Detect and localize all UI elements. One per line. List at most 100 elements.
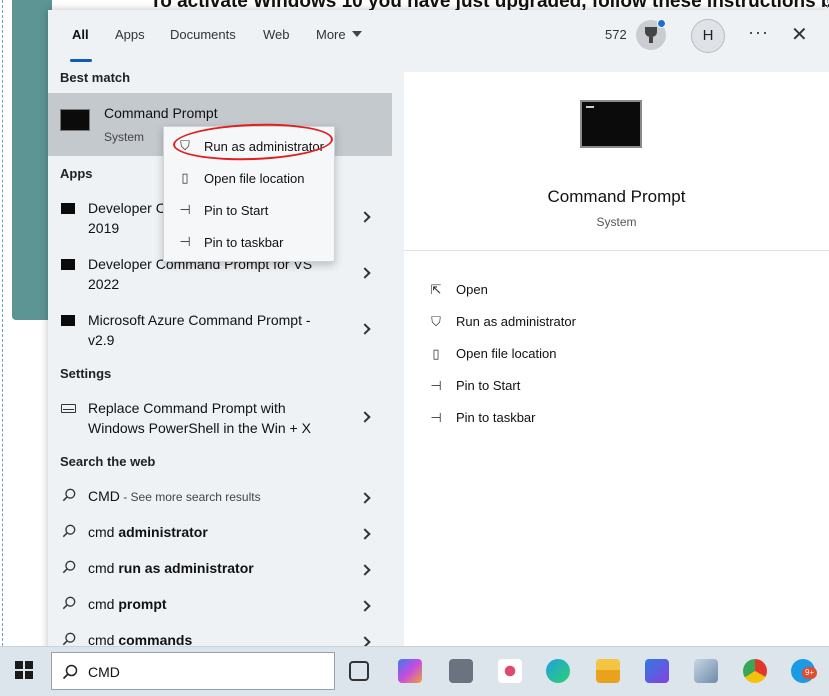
search-the-web-heading: Search the web [60,454,156,469]
search-panel: All Apps Documents Web More 572 H ··· ✕ … [48,10,829,656]
chevron-right-icon[interactable] [359,564,371,576]
logo-pane [15,661,23,669]
terminal-icon [61,259,75,270]
tab-more-label: More [316,27,346,42]
search-icon [62,632,76,646]
edge-browser-icon[interactable] [546,659,570,683]
preview-action-run-as-admin[interactable]: ⛉ Run as administrator [428,314,576,330]
preview-action-open-file-location[interactable]: ▯ Open file location [428,346,556,362]
preview-action-pin-to-start[interactable]: ⊣ Pin to Start [428,378,520,394]
web-result[interactable]: cmd prompt [48,592,392,622]
terminal-icon [61,315,75,326]
menu-item-open-file-location[interactable]: ▯ Open file location [164,162,334,194]
list-item-line2: Windows PowerShell in the Win + X [88,420,311,436]
list-item-label: Replace Command Prompt with Windows Powe… [88,398,348,438]
preview-action-open[interactable]: ⇱ Open [428,282,488,298]
chevron-right-icon[interactable] [359,492,371,504]
tab-web[interactable]: Web [263,27,290,42]
chevron-down-icon [351,31,362,37]
web-result[interactable]: cmd run as administrator [48,556,392,586]
search-icon [62,560,76,574]
tab-documents[interactable]: Documents [170,27,236,42]
account-avatar[interactable]: H [691,19,725,53]
menu-item-run-as-administrator[interactable]: ⛉ Run as administrator [164,130,334,162]
close-icon[interactable]: ✕ [791,22,808,47]
action-label: Run as administrator [456,314,576,329]
chevron-right-icon[interactable] [359,411,371,423]
more-options-icon[interactable]: ··· [748,22,769,43]
active-tab-indicator [70,59,92,62]
tab-more[interactable]: More [316,27,362,42]
web-result-label: cmd administrator [88,522,358,542]
search-icon [62,664,78,680]
action-label: Pin to taskbar [456,410,536,425]
web-result-bold: run as administrator [118,560,254,576]
notification-dot [657,19,666,28]
folder-icon: ▯ [181,170,189,185]
pin-icon: ⊣ [430,378,442,393]
rewards-trophy-icon[interactable] [636,19,666,50]
pin-icon: ⊣ [179,234,191,249]
list-item[interactable]: Replace Command Prompt with Windows Powe… [48,396,392,448]
command-prompt-icon [60,109,90,131]
preview-action-pin-to-taskbar[interactable]: ⊣ Pin to taskbar [428,410,536,426]
shield-icon: ⛉ [431,314,441,329]
background-dashed-border-left [2,0,3,656]
list-item-line1: Replace Command Prompt with [88,400,286,416]
chrome-browser-icon[interactable] [743,659,767,683]
logo-pane [15,671,23,679]
chevron-right-icon[interactable] [359,528,371,540]
chevron-right-icon[interactable] [359,267,371,279]
task-view-icon[interactable] [349,661,369,681]
list-item-line2: v2.9 [88,332,115,348]
menu-item-label: Run as administrator [204,139,324,154]
trophy-cup-shape [645,27,657,37]
file-explorer-icon[interactable] [596,659,620,683]
calculator-icon[interactable] [449,659,473,683]
apps-heading: Apps [60,166,93,181]
menu-item-label: Open file location [204,171,305,186]
search-input[interactable] [88,661,318,683]
preview-title: Command Prompt [547,187,686,206]
microsoft-store-icon[interactable] [645,659,669,683]
menu-item-pin-to-start[interactable]: ⊣ Pin to Start [164,194,334,226]
windows-start-icon[interactable] [15,661,33,679]
tab-all[interactable]: All [72,27,89,42]
web-result-query: cmd [88,596,119,612]
action-label: Open [456,282,488,297]
menu-item-label: Pin to Start [204,203,269,218]
list-item-line1: Microsoft Azure Command Prompt - [88,312,311,328]
menu-item-label: Pin to taskbar [204,235,284,250]
background-teal-block [12,0,52,320]
web-result-query: CMD [88,488,120,504]
web-result[interactable]: cmd administrator [48,520,392,550]
tab-apps[interactable]: Apps [115,27,145,42]
chevron-right-icon[interactable] [359,211,371,223]
notepad-icon[interactable] [694,659,718,683]
command-prompt-large-icon [580,100,642,148]
web-result-bold: administrator [118,524,208,540]
preview-pane: Command Prompt System ⇱ Open ⛉ Run as admi… [404,72,829,656]
search-icon [62,596,76,610]
skype-notification-badge: 9+ [802,667,817,679]
copilot-icon[interactable] [398,659,422,683]
trophy-stem-shape [649,37,653,43]
taskbar-search-box[interactable] [51,652,335,690]
folder-icon: ▯ [432,346,440,361]
chevron-right-icon[interactable] [359,600,371,612]
list-item[interactable]: Microsoft Azure Command Prompt - v2.9 [48,308,392,360]
web-result[interactable]: CMD - See more search results [48,484,392,514]
best-match-heading: Best match [60,70,131,85]
search-tab-bar: All Apps Documents Web More 572 H ··· ✕ [48,10,829,72]
web-result-bold: prompt [118,596,167,612]
menu-item-pin-to-taskbar[interactable]: ⊣ Pin to taskbar [164,226,334,258]
best-match-subtitle: System [104,130,145,144]
chevron-right-icon[interactable] [359,323,371,335]
snipping-tool-icon[interactable] [498,659,522,683]
action-label: Pin to Start [456,378,521,393]
rewards-points: 572 [605,27,627,42]
preview-subtitle: System [596,215,637,229]
list-item-line2: 2022 [88,276,120,292]
web-result-hint: - See more search results [119,490,261,504]
pin-icon: ⊣ [179,202,191,217]
